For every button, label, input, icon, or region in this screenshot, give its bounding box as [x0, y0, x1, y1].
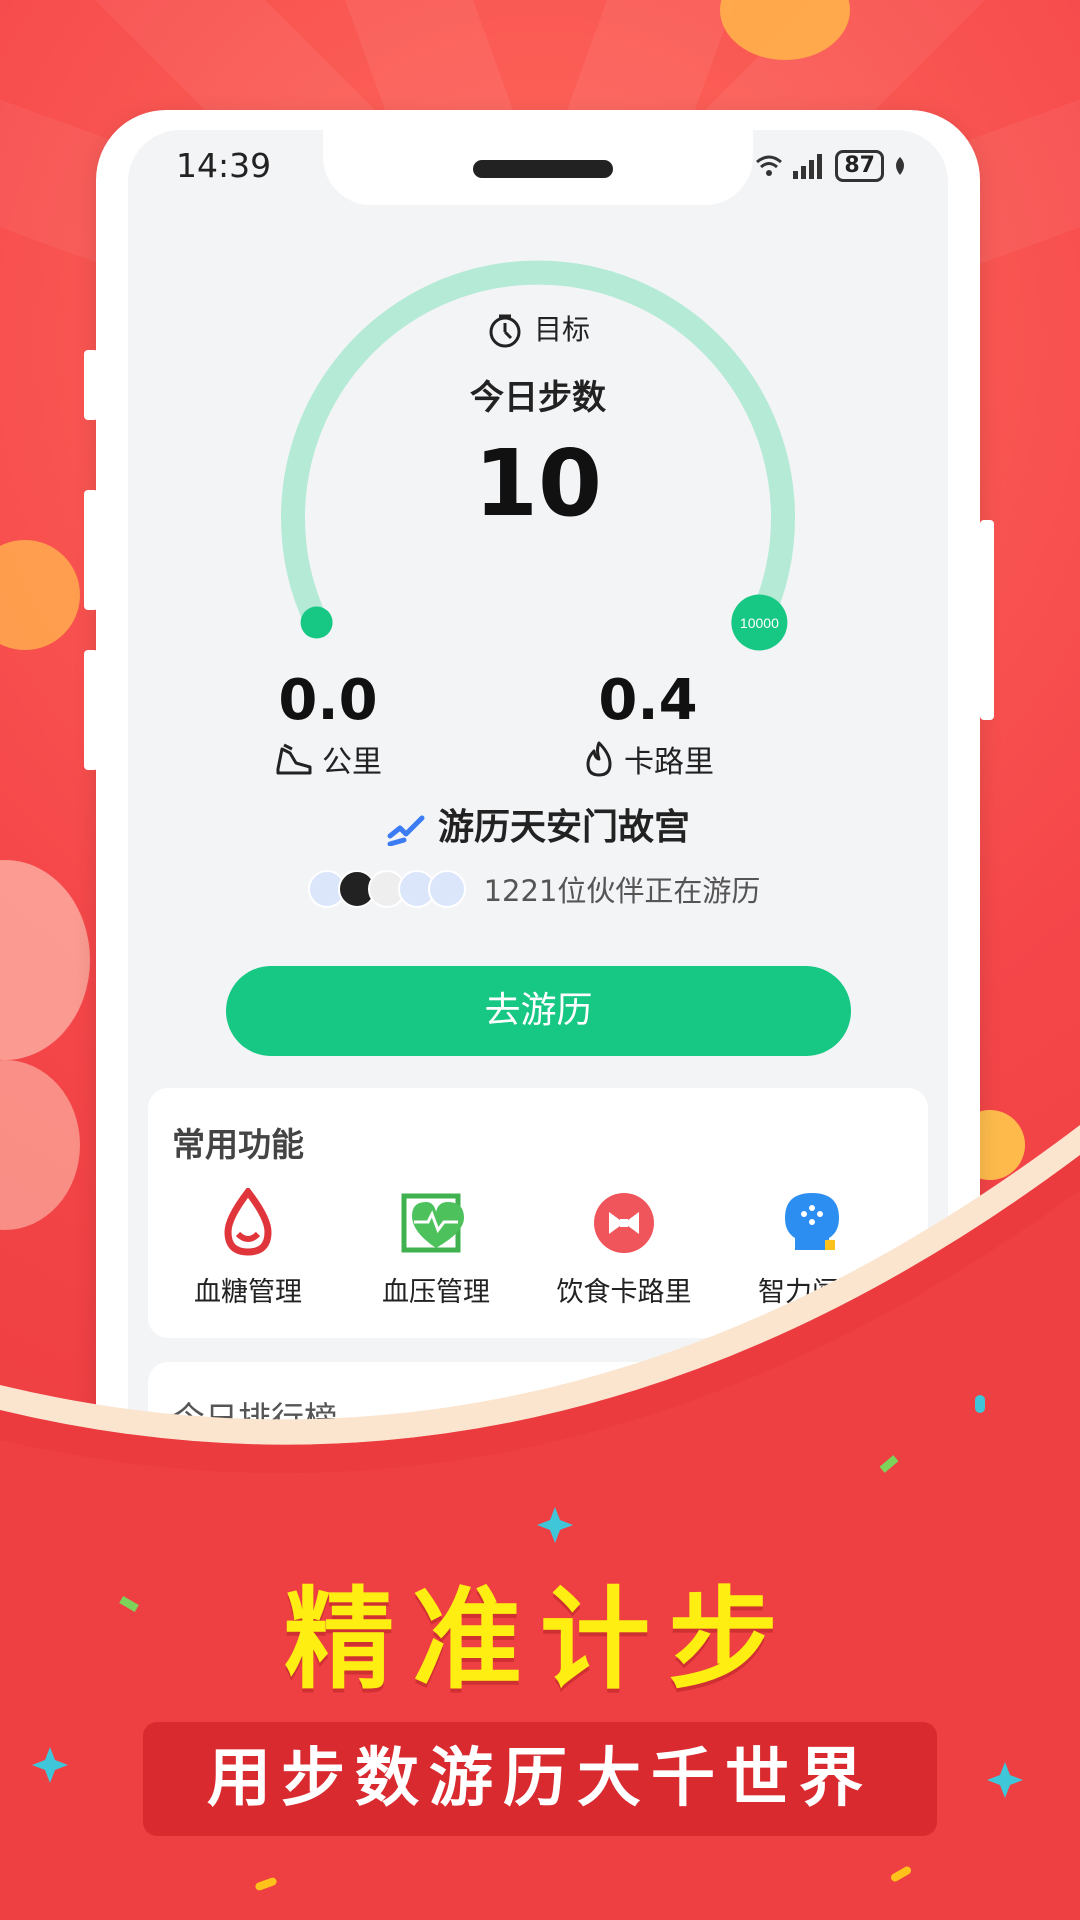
promo-subline: 用步数游历大千世界: [143, 1722, 937, 1836]
confetti-piece: [975, 1395, 985, 1413]
confetti-star-icon: [987, 1762, 1023, 1798]
confetti-star-icon: [537, 1507, 573, 1543]
promo-headline: 精准计步: [284, 1576, 796, 1704]
confetti-star-icon: [32, 1747, 68, 1783]
